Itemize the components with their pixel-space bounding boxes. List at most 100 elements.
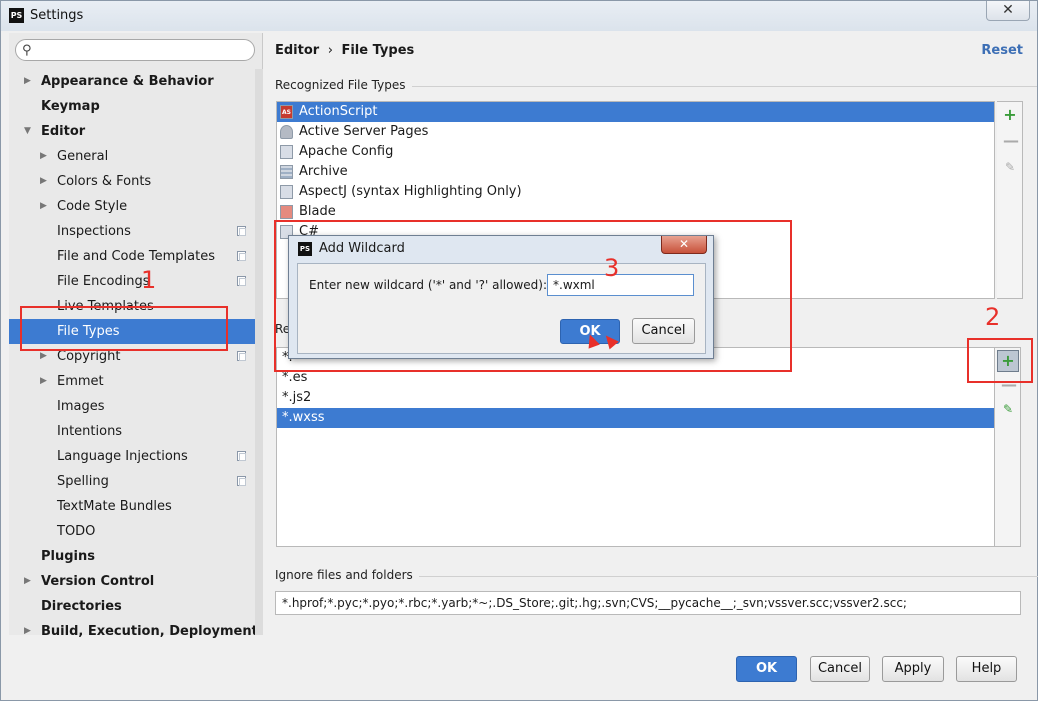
sidebar-item-label: TextMate Bundles <box>57 499 172 514</box>
file-type-label: Active Server Pages <box>299 124 429 139</box>
sidebar-item-inspections[interactable]: Inspections <box>9 219 255 244</box>
annotation-number-1: 1 <box>141 266 157 294</box>
remove-file-type-icon[interactable]: — <box>1003 133 1019 149</box>
sidebar-item-label: File and Code Templates <box>57 249 215 264</box>
annotation-number-2: 2 <box>985 303 1001 331</box>
sidebar-item-plugins[interactable]: Plugins <box>9 544 255 569</box>
apply-button[interactable]: Apply <box>882 656 944 682</box>
file-type-icon <box>280 125 293 139</box>
settings-window: PS Settings ✕ ⚲ ▶ Appearance & Behavior Ke… <box>0 0 1038 701</box>
sidebar-item-emmet[interactable]: ▶ Emmet <box>9 369 255 394</box>
project-scope-icon <box>237 276 246 286</box>
sidebar-item-version-control[interactable]: ▶ Version Control <box>9 569 255 594</box>
window-close-button[interactable]: ✕ <box>986 1 1030 21</box>
annotation-box-file-types <box>20 306 228 351</box>
sidebar-item-label: Appearance & Behavior <box>41 74 214 89</box>
list-item[interactable]: Active Server Pages <box>277 122 994 142</box>
sidebar-item-todo[interactable]: TODO <box>9 519 255 544</box>
sidebar-item-file-and-code-templates[interactable]: File and Code Templates <box>9 244 255 269</box>
sidebar-item-label: General <box>57 149 109 164</box>
annotation-box-add <box>967 338 1033 383</box>
list-item[interactable]: AS ActionScript <box>277 102 994 122</box>
file-type-icon <box>280 185 293 199</box>
search-icon: ⚲ <box>22 43 32 58</box>
ignore-files-label: Ignore files and folders <box>275 568 1038 582</box>
search-input[interactable]: ⚲ <box>15 39 255 61</box>
project-scope-icon <box>237 251 246 261</box>
file-type-icon <box>280 205 293 219</box>
ignore-files-field[interactable]: *.hprof;*.pyc;*.pyo;*.rbc;*.yarb;*~;.DS_… <box>275 591 1021 615</box>
sidebar-item-spelling[interactable]: Spelling <box>9 469 255 494</box>
sidebar-scrollbar[interactable] <box>255 69 263 635</box>
help-button[interactable]: Help <box>956 656 1017 682</box>
sidebar-item-label: Emmet <box>57 374 104 389</box>
dialog-footer: OK Cancel Apply Help <box>1 641 1037 701</box>
sidebar-item-textmate-bundles[interactable]: TextMate Bundles <box>9 494 255 519</box>
list-item[interactable]: Blade <box>277 202 994 222</box>
file-type-icon <box>280 145 293 159</box>
sidebar-item-label: TODO <box>57 524 96 539</box>
sidebar-item-images[interactable]: Images <box>9 394 255 419</box>
sidebar-item-label: Directories <box>41 599 122 614</box>
file-type-icon: AS <box>280 105 293 119</box>
project-scope-icon <box>237 476 246 486</box>
list-item[interactable]: Archive <box>277 162 994 182</box>
list-item[interactable]: *.js2 <box>277 388 994 408</box>
breadcrumb-separator: › <box>327 43 333 58</box>
sidebar-item-directories[interactable]: Directories <box>9 594 255 619</box>
recognized-toolbar: + — ✎ <box>997 101 1023 299</box>
sidebar-item-general[interactable]: ▶ General <box>9 144 255 169</box>
breadcrumb-parent: Editor <box>275 43 320 58</box>
ok-button[interactable]: OK <box>736 656 797 682</box>
sidebar-item-language-injections[interactable]: Language Injections <box>9 444 255 469</box>
file-type-label: Apache Config <box>299 144 394 159</box>
sidebar-item-colors-fonts[interactable]: ▶ Colors & Fonts <box>9 169 255 194</box>
chevron-right-icon[interactable]: ▶ <box>40 194 47 219</box>
list-item[interactable]: Apache Config <box>277 142 994 162</box>
sidebar-item-label: Inspections <box>57 224 131 239</box>
project-scope-icon <box>237 226 246 236</box>
chevron-right-icon[interactable]: ▶ <box>24 69 31 94</box>
file-type-label: Blade <box>299 204 336 219</box>
sidebar-item-label: Intentions <box>57 424 123 439</box>
sidebar-item-label: Colors & Fonts <box>57 174 152 189</box>
sidebar-item-code-style[interactable]: ▶ Code Style <box>9 194 255 219</box>
chevron-right-icon[interactable]: ▶ <box>40 169 47 194</box>
edit-pattern-icon[interactable]: ✎ <box>1001 402 1015 416</box>
reset-link[interactable]: Reset <box>981 43 1023 58</box>
project-scope-icon <box>237 451 246 461</box>
chevron-down-icon[interactable]: ▼ <box>24 119 31 144</box>
sidebar-item-label: Language Injections <box>57 449 188 464</box>
sidebar-item-label: Editor <box>41 124 86 139</box>
list-item[interactable]: AspectJ (syntax Highlighting Only) <box>277 182 994 202</box>
chevron-right-icon[interactable]: ▶ <box>40 144 47 169</box>
list-item[interactable]: *.wxss <box>277 408 994 428</box>
window-title: Settings <box>30 8 84 23</box>
sidebar-item-appearance-behavior[interactable]: ▶ Appearance & Behavior <box>9 69 255 94</box>
breadcrumb-current: File Types <box>341 43 415 58</box>
file-type-label: AspectJ (syntax Highlighting Only) <box>299 184 522 199</box>
annotation-box-dialog <box>274 220 792 372</box>
sidebar-item-label: Version Control <box>41 574 155 589</box>
sidebar-item-file-encodings[interactable]: File Encodings <box>9 269 255 294</box>
chevron-right-icon[interactable]: ▶ <box>24 569 31 594</box>
file-type-label: Archive <box>299 164 348 179</box>
sidebar-item-label: Spelling <box>57 474 109 489</box>
settings-tree: ▶ Appearance & Behavior Keymap ▼ Editor ▶ Gene… <box>9 69 258 644</box>
annotation-number-3: 3 <box>604 254 620 282</box>
recognized-file-types-label: Recognized File Types <box>275 78 1034 92</box>
sidebar-item-label: Code Style <box>57 199 128 214</box>
cancel-button[interactable]: Cancel <box>810 656 870 682</box>
file-type-icon <box>280 165 293 179</box>
sidebar-item-keymap[interactable]: Keymap <box>9 94 255 119</box>
sidebar-item-label: Images <box>57 399 105 414</box>
sidebar-item-label: Plugins <box>41 549 95 564</box>
registered-patterns-list[interactable]: *.*.es*.js2*.wxss <box>276 347 995 547</box>
pycharm-logo-icon: PS <box>9 8 24 23</box>
add-file-type-icon[interactable]: + <box>1003 107 1017 123</box>
sidebar-item-label: File Encodings <box>57 274 150 289</box>
sidebar-item-intentions[interactable]: Intentions <box>9 419 255 444</box>
edit-file-type-icon[interactable]: ✎ <box>1003 160 1017 174</box>
sidebar-item-editor[interactable]: ▼ Editor <box>9 119 255 144</box>
chevron-right-icon[interactable]: ▶ <box>40 369 47 394</box>
